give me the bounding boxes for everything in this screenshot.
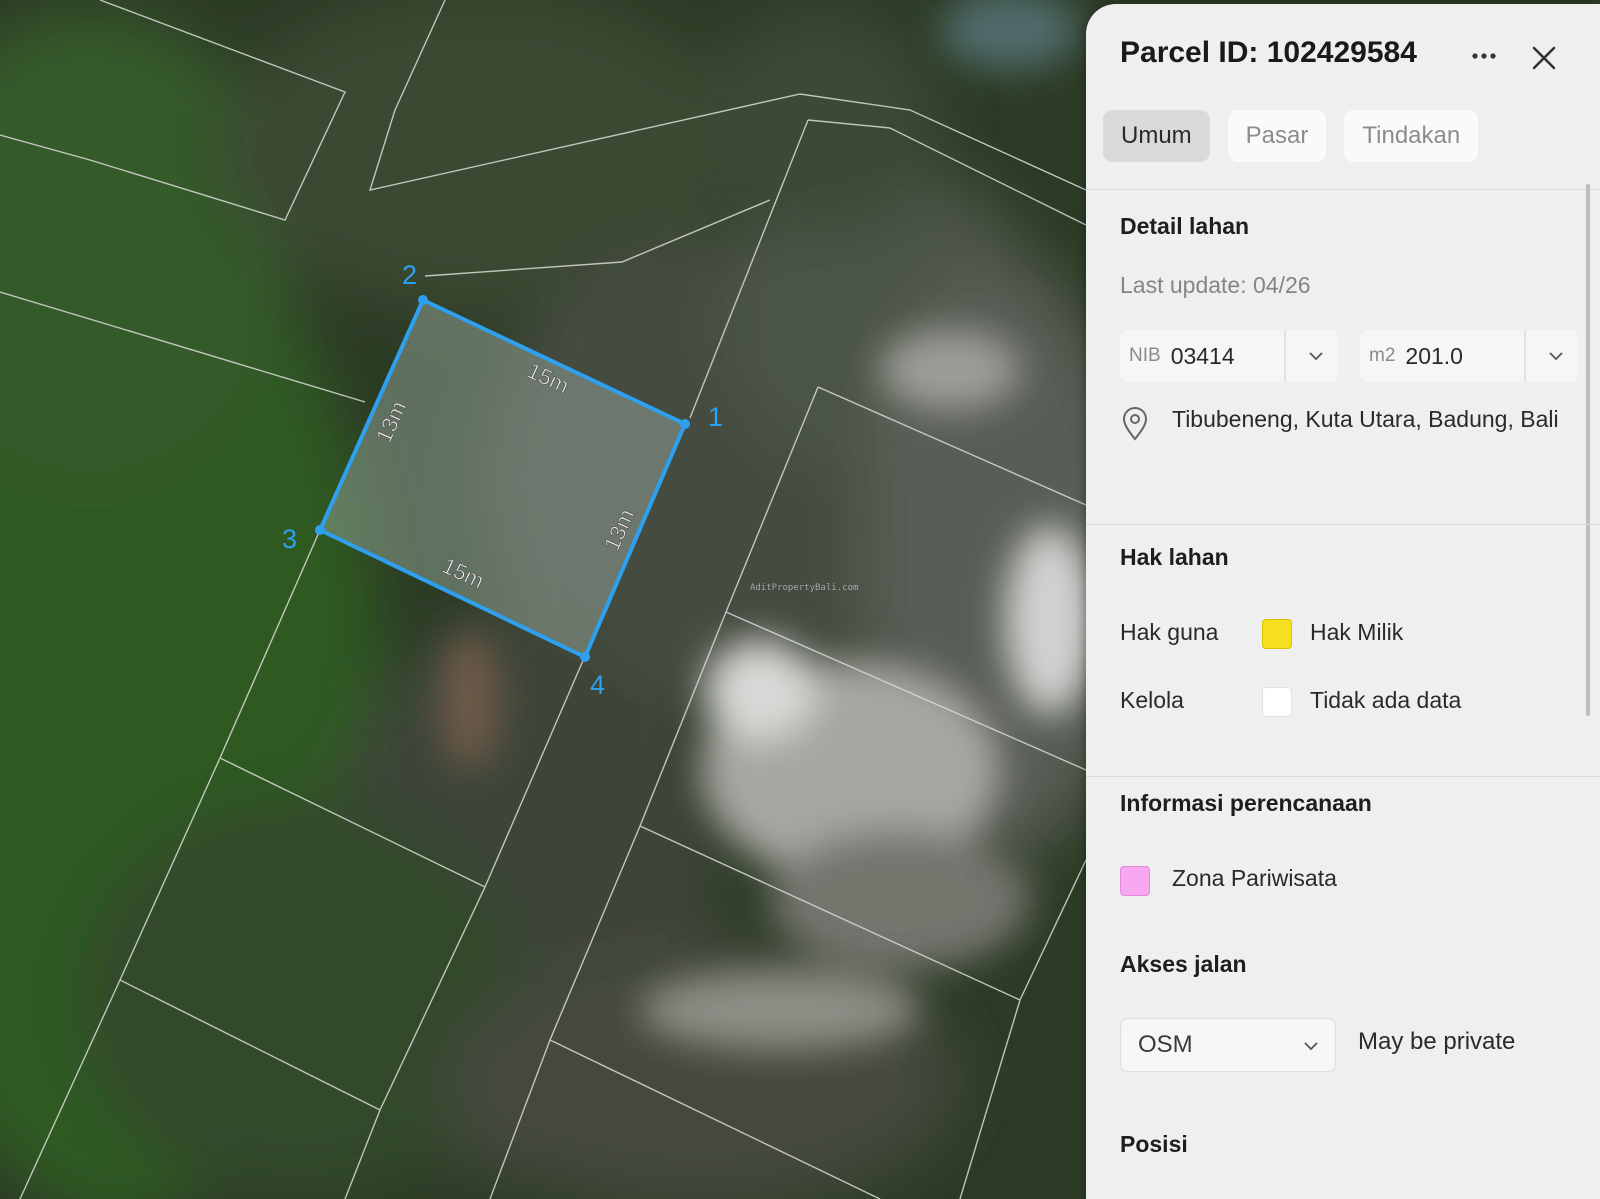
- hak-guna-value: Hak Milik: [1310, 619, 1404, 645]
- kelola-swatch: [1262, 687, 1292, 717]
- section-position-title: Posisi: [1120, 1131, 1188, 1157]
- close-icon: [1532, 46, 1556, 70]
- panel-scrollbar[interactable]: [1586, 184, 1590, 716]
- hak-guna-swatch: [1262, 619, 1292, 649]
- road-access-note: May be private: [1358, 1028, 1516, 1055]
- area-separator: [1524, 330, 1526, 382]
- zone-value: Zona Pariwisata: [1172, 865, 1337, 891]
- tab-pasar[interactable]: Pasar: [1227, 110, 1327, 162]
- panel-header: Parcel ID: 102429584 Umum Pasar Tindakan: [1086, 4, 1600, 190]
- panel-tabs: Umum Pasar Tindakan: [1103, 110, 1479, 162]
- kelola-label: Kelola: [1120, 687, 1184, 713]
- location-pin-icon: [1122, 407, 1148, 441]
- area-value: 201.0: [1405, 342, 1463, 369]
- vertex-label-4: 4: [590, 670, 605, 700]
- chevron-down-icon[interactable]: [1306, 346, 1326, 366]
- tab-tindakan[interactable]: Tindakan: [1344, 110, 1479, 162]
- nib-separator: [1284, 330, 1286, 382]
- road-source-select[interactable]: OSM: [1120, 1018, 1336, 1072]
- vertex-marker-3[interactable]: [315, 525, 325, 535]
- more-horizontal-icon: [1472, 53, 1496, 59]
- parcel-detail-panel: Parcel ID: 102429584 Umum Pasar Tindakan…: [1086, 4, 1600, 1199]
- parcel-address: Tibubeneng, Kuta Utara, Badung, Bali: [1172, 406, 1559, 432]
- vertex-label-2: 2: [402, 260, 417, 290]
- nib-label: NIB: [1129, 345, 1161, 366]
- tab-umum[interactable]: Umum: [1103, 110, 1210, 162]
- kelola-value: Tidak ada data: [1310, 687, 1462, 713]
- vertex-label-1: 1: [708, 402, 723, 432]
- section-divider: [1086, 524, 1600, 525]
- section-rights-title: Hak lahan: [1120, 544, 1229, 570]
- area-unit-label: m2: [1369, 345, 1396, 366]
- more-options-button[interactable]: [1466, 38, 1502, 74]
- road-source-value: OSM: [1138, 1031, 1193, 1058]
- chevron-down-icon[interactable]: [1546, 346, 1566, 366]
- close-button[interactable]: [1526, 40, 1562, 76]
- vertex-marker-2[interactable]: [418, 295, 428, 305]
- section-divider: [1086, 776, 1600, 777]
- section-detail-title: Detail lahan: [1120, 213, 1250, 239]
- nib-field[interactable]: NIB 03414: [1120, 330, 1338, 382]
- vertex-label-3: 3: [282, 524, 297, 554]
- last-update-text: Last update: 04/26: [1120, 272, 1311, 298]
- chevron-down-icon: [1304, 1042, 1318, 1051]
- vertex-marker-4[interactable]: [580, 652, 590, 662]
- section-road-title: Akses jalan: [1120, 951, 1247, 977]
- nib-value: 03414: [1170, 342, 1235, 369]
- parcel-title: Parcel ID: 102429584: [1120, 36, 1417, 69]
- hak-guna-label: Hak guna: [1120, 619, 1219, 645]
- section-planning-title: Informasi perencanaan: [1120, 790, 1372, 816]
- vertex-marker-1[interactable]: [680, 419, 690, 429]
- map-watermark: AditPropertyBali.com: [750, 583, 859, 593]
- area-field[interactable]: m2 201.0: [1360, 330, 1578, 382]
- zone-swatch: [1120, 866, 1150, 896]
